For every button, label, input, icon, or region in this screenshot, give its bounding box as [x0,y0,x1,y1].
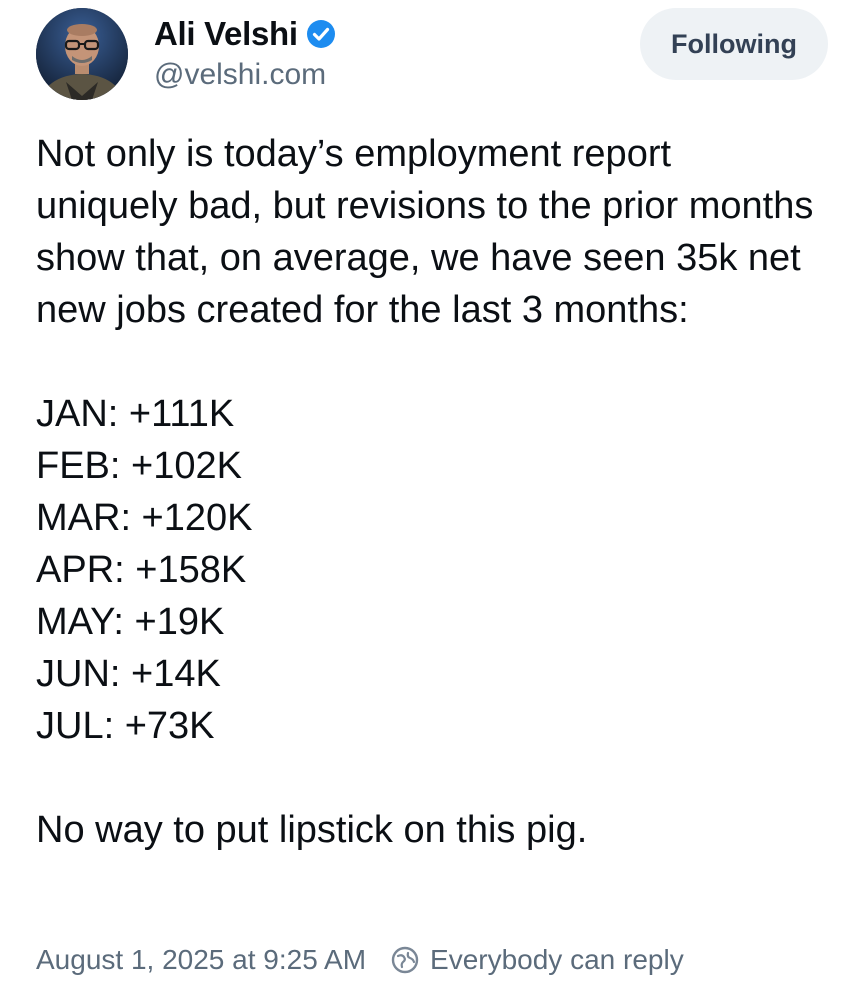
post-body: Not only is today’s employment report un… [36,128,836,856]
list-item: JUN: +14K [36,653,221,695]
list-item: MAR: +120K [36,497,253,539]
avatar[interactable] [36,8,128,100]
list-item: MAY: +19K [36,601,225,643]
reply-setting-label: Everybody can reply [430,944,684,975]
post-closing-text: No way to put lipstick on this pig. [36,809,588,851]
reply-setting: Everybody can reply [390,944,684,976]
post-intro-text: Not only is today’s employment report un… [36,133,814,331]
author-name-row: Ali Velshi [154,12,336,56]
verified-badge-icon [306,19,336,49]
post-card: Ali Velshi @velshi.com Following Not onl… [0,0,862,1000]
post-meta: August 1, 2025 at 9:25 AM Everybody can … [36,940,684,980]
globe-reply-icon [390,945,420,975]
list-item: JAN: +111K [36,393,235,435]
following-button[interactable]: Following [640,8,828,80]
list-item: FEB: +102K [36,445,242,487]
author-handle[interactable]: @velshi.com [154,58,326,92]
list-item: JUL: +73K [36,705,215,747]
author-display-name[interactable]: Ali Velshi [154,15,298,53]
post-timestamp[interactable]: August 1, 2025 at 9:25 AM [36,944,366,976]
jobs-list: JAN: +111K FEB: +102K MAR: +120K APR: +1… [36,388,836,752]
list-item: APR: +158K [36,549,247,591]
avatar-image [36,8,128,100]
